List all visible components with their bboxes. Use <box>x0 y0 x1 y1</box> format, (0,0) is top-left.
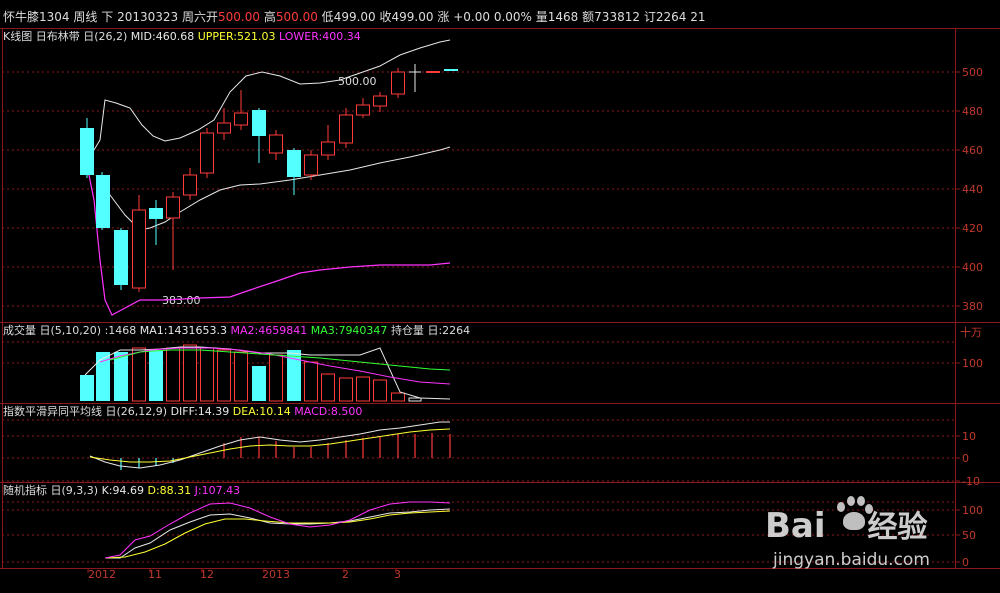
boll-upper-line <box>88 39 451 151</box>
volume-bar <box>304 361 318 402</box>
volume-bar <box>234 351 248 402</box>
candle <box>356 104 370 116</box>
volume-bar <box>252 366 266 401</box>
candle <box>252 110 266 136</box>
watermark-url: jingyan.baidu.com <box>773 550 930 570</box>
candle <box>339 114 353 144</box>
candle <box>304 154 318 176</box>
volume-bar <box>408 397 422 402</box>
volume-bar <box>132 347 146 402</box>
volume-bar <box>166 347 180 402</box>
volume-bar <box>373 379 387 402</box>
watermark-brand: Bai 经验 <box>765 502 928 546</box>
candle <box>166 196 180 219</box>
candle <box>96 175 110 228</box>
candle <box>132 209 146 289</box>
volume-bar <box>217 349 231 402</box>
volume-bar <box>149 350 163 401</box>
candle <box>287 150 301 177</box>
volume-bar <box>339 377 353 402</box>
volume-bar <box>269 354 283 402</box>
volume-bar <box>356 376 370 402</box>
kdj-k-line <box>105 508 451 559</box>
macd-dea-line <box>89 428 451 463</box>
xaxis-ticks <box>87 568 397 573</box>
volume-bar <box>80 375 94 401</box>
candle <box>321 141 335 156</box>
candle <box>373 95 387 107</box>
candle <box>234 112 248 126</box>
candle <box>391 71 405 95</box>
baidu-watermark: Bai 经验 jingyan.baidu.com <box>765 488 990 588</box>
watermark-brand-text: Bai <box>765 506 826 546</box>
candle <box>114 230 128 285</box>
candle <box>80 128 94 175</box>
volume-bar <box>114 352 128 401</box>
candle <box>217 122 231 134</box>
volume-bar <box>200 347 214 402</box>
volume-bar <box>391 392 405 402</box>
candles <box>80 64 458 292</box>
candle <box>269 134 283 154</box>
candle <box>200 132 214 174</box>
candle <box>149 208 163 219</box>
volume-bar <box>321 373 335 402</box>
volume-bar <box>183 344 197 402</box>
watermark-brand2-text: 经验 <box>867 510 928 545</box>
candle <box>183 174 197 196</box>
